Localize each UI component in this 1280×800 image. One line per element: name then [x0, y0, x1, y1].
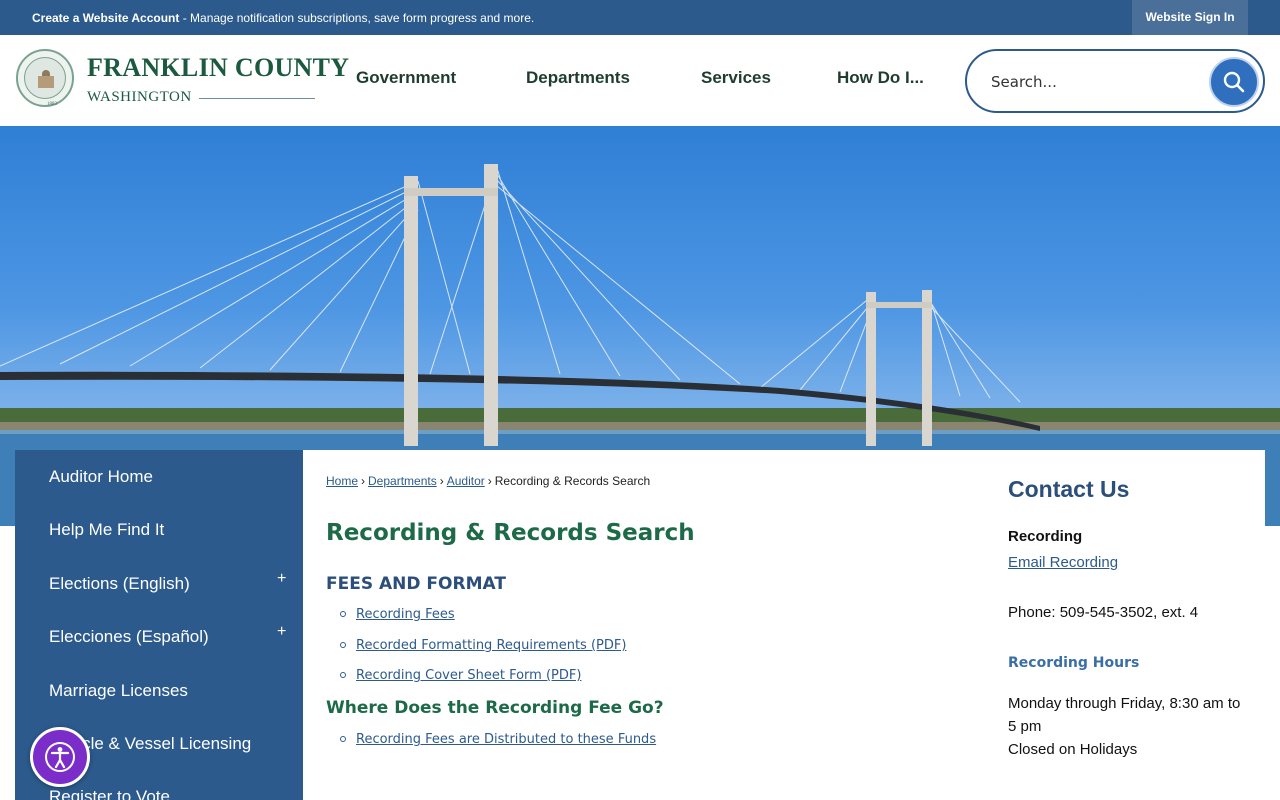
- recording-fees-link[interactable]: Recording Fees: [356, 607, 455, 622]
- brand-divider: [199, 98, 315, 99]
- expand-elections-english-button[interactable]: +: [277, 570, 286, 588]
- accessibility-icon: [45, 742, 75, 772]
- seal-courthouse: [38, 76, 54, 88]
- breadcrumb-separator: ›: [439, 474, 444, 488]
- recording-fee-heading: Where Does the Recording Fee Go?: [326, 698, 664, 718]
- hours-weekdays: Monday through Friday, 8:30 am to 5 pm: [1008, 695, 1241, 735]
- site-header: 1883 FRANKLIN COUNTY WASHINGTON Governme…: [0, 35, 1280, 126]
- sidebar-item-elecciones-espanol[interactable]: Elecciones (Español): [49, 627, 209, 647]
- seal-inner-ring: 1883: [24, 57, 66, 107]
- recorded-formatting-requirements-link[interactable]: Recorded Formatting Requirements (PDF): [356, 638, 626, 653]
- fees-and-format-heading: FEES AND FORMAT: [326, 574, 506, 594]
- list-bullet: [340, 611, 346, 617]
- sidebar-item-help-me-find-it[interactable]: Help Me Find It: [49, 520, 164, 540]
- breadcrumb: Home › Departments › Auditor › Recording & Rec…: [326, 474, 650, 488]
- sidebar-item-elections-english[interactable]: Elections (English): [49, 574, 190, 594]
- account-message-text: - Manage notification subscriptions, sav…: [179, 11, 535, 25]
- hours-holidays: Closed on Holidays: [1008, 741, 1138, 758]
- sidebar-item-marriage-licenses[interactable]: Marriage Licenses: [49, 681, 188, 701]
- notification-bar: Create a Website Account - Manage notifi…: [0, 0, 1280, 35]
- search-box: [965, 49, 1265, 113]
- contact-us-heading: Contact Us: [1008, 476, 1130, 502]
- search-button[interactable]: [1209, 57, 1259, 107]
- recording-hours-heading: Recording Hours: [1008, 655, 1140, 671]
- contact-recording-label: Recording: [1008, 528, 1083, 545]
- search-icon: [1223, 71, 1245, 93]
- recording-fees-distributed-link[interactable]: Recording Fees are Distributed to these …: [356, 732, 656, 747]
- main-content: Home › Departments › Auditor › Recording & Rec…: [303, 450, 1265, 800]
- list-bullet: [340, 672, 346, 678]
- brand-subtitle: WASHINGTON: [87, 89, 192, 105]
- email-recording-link[interactable]: Email Recording: [1008, 554, 1118, 571]
- account-message: Create a Website Account - Manage notifi…: [32, 11, 534, 25]
- recording-hours-text: Monday through Friday, 8:30 am to 5 pm C…: [1008, 692, 1248, 761]
- website-sign-in-button[interactable]: Website Sign In: [1132, 0, 1248, 35]
- page-title: Recording & Records Search: [326, 520, 695, 546]
- breadcrumb-current: Recording & Records Search: [494, 474, 651, 488]
- contact-phone: Phone: 509-545-3502, ext. 4: [1008, 604, 1199, 621]
- list-bullet: [340, 642, 346, 648]
- breadcrumb-separator: ›: [361, 474, 366, 488]
- brand-title[interactable]: FRANKLIN COUNTY: [87, 53, 349, 83]
- expand-elecciones-espanol-button[interactable]: +: [277, 623, 286, 641]
- search-input[interactable]: [991, 69, 1191, 95]
- breadcrumb-home-link[interactable]: Home: [326, 474, 358, 488]
- list-bullet: [340, 736, 346, 742]
- accessibility-button[interactable]: [30, 727, 90, 787]
- recording-cover-sheet-form-link[interactable]: Recording Cover Sheet Form (PDF): [356, 668, 581, 683]
- sidebar-item-register-to-vote[interactable]: Register to Vote: [49, 787, 170, 800]
- breadcrumb-departments-link[interactable]: Departments: [368, 474, 437, 488]
- seal-year: 1883: [47, 102, 57, 107]
- breadcrumb-separator: ›: [487, 474, 492, 488]
- nav-how-do-i[interactable]: How Do I...: [837, 68, 924, 88]
- county-seal-logo[interactable]: 1883: [16, 49, 74, 107]
- breadcrumb-auditor-link[interactable]: Auditor: [447, 474, 485, 488]
- sidebar-item-auditor-home[interactable]: Auditor Home: [49, 467, 153, 487]
- nav-government[interactable]: Government: [356, 68, 456, 88]
- nav-departments[interactable]: Departments: [526, 68, 630, 88]
- nav-services[interactable]: Services: [701, 68, 771, 88]
- create-account-link[interactable]: Create a Website Account: [32, 11, 179, 25]
